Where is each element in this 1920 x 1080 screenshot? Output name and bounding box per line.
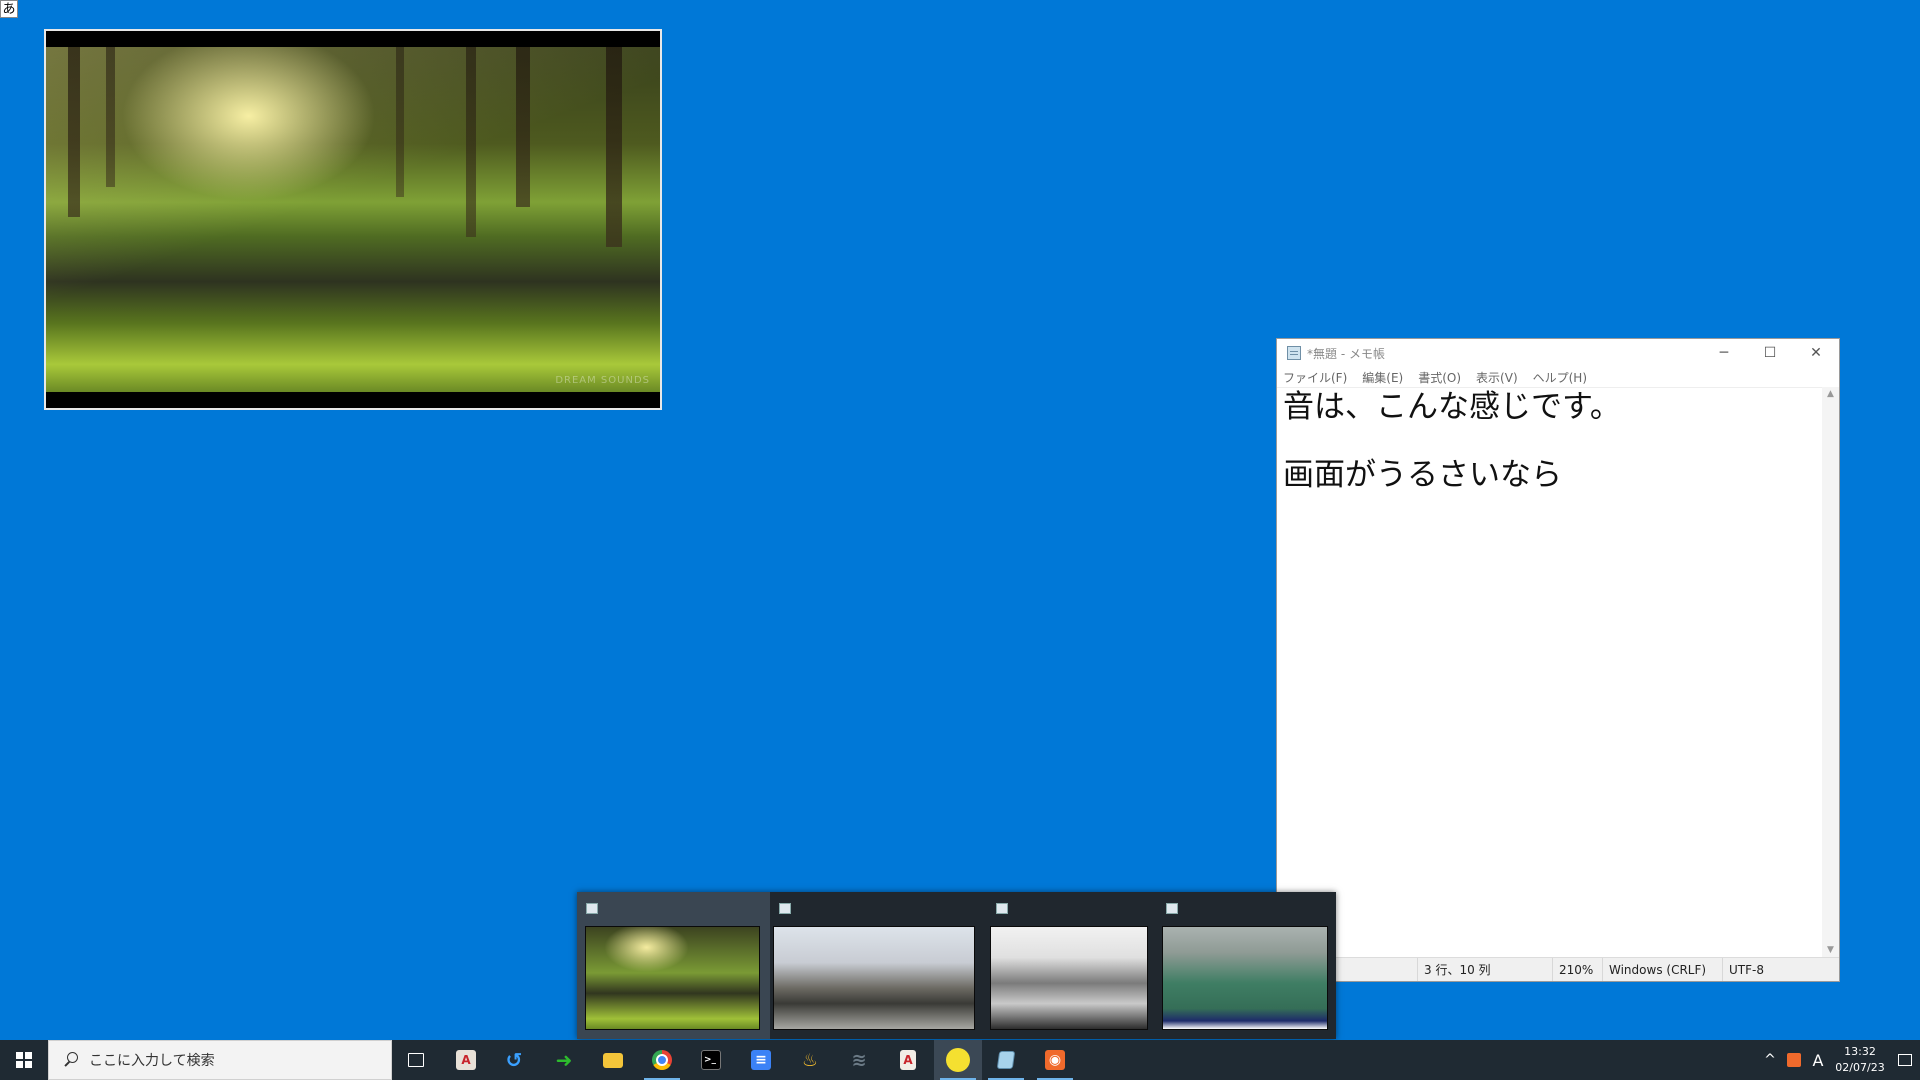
video-window[interactable]: DREAM SOUNDS (44, 29, 662, 410)
window-app-icon (1166, 903, 1178, 914)
taskbar-thumbnail-popup (577, 892, 1336, 1039)
status-line-ending: Windows (CRLF) (1602, 958, 1722, 981)
docs-icon: ≡ (751, 1050, 771, 1070)
taskbar: ここに入力して検索 A ↺ ➜ >_ ≡ ♨ ≋ A ◉ ^ A 13:32 0… (0, 1040, 1920, 1080)
vertical-scrollbar[interactable]: ▲ ▼ (1822, 387, 1839, 957)
terminal-icon: >_ (701, 1050, 721, 1070)
notepad-menubar: ファイル(F) 編集(E) 書式(O) 表示(V) ヘルプ(H) (1277, 367, 1839, 388)
ime-mode-indicator: あ (0, 0, 18, 18)
thumbnail-image (585, 926, 760, 1030)
taskbar-green-arrow-button[interactable]: ➜ (540, 1040, 588, 1080)
thumbnail-tennis-video[interactable] (1157, 892, 1336, 1039)
task-view-button[interactable] (392, 1040, 440, 1080)
thumbnail-image (1162, 926, 1328, 1030)
forest-video-frame: DREAM SOUNDS (46, 47, 660, 392)
window-app-icon (779, 903, 791, 914)
ime-mode-icon[interactable]: A (1806, 1040, 1830, 1080)
search-icon (63, 1052, 79, 1068)
tray-clock[interactable]: 13:32 02/07/23 (1830, 1044, 1890, 1076)
scroll-down-arrow-icon[interactable]: ▼ (1822, 945, 1839, 955)
taskbar-sticky-app-button[interactable] (934, 1040, 982, 1080)
pdf-icon: A (900, 1050, 916, 1070)
taskbar-chrome-button[interactable] (638, 1040, 686, 1080)
notepad-window[interactable]: *無題 - メモ帳 ─ ☐ ✕ ファイル(F) 編集(E) 書式(O) 表示(V… (1276, 338, 1840, 982)
green-arrow-icon: ➜ (555, 1048, 573, 1072)
thumbnail-forest-video[interactable] (577, 892, 770, 1039)
video-watermark: DREAM SOUNDS (555, 375, 650, 386)
clock-time: 13:32 (1844, 1045, 1876, 1058)
menu-view[interactable]: 表示(V) (1476, 369, 1518, 386)
chrome-icon (652, 1050, 672, 1070)
file-explorer-icon (603, 1052, 623, 1068)
cloud-tool-icon: ≋ (851, 1049, 867, 1071)
menu-help[interactable]: ヘルプ(H) (1533, 369, 1587, 386)
chrome-center-icon (656, 1054, 668, 1066)
tree-trunk (516, 47, 530, 207)
text-line: 音は、こんな感じです。 (1283, 389, 1621, 425)
search-placeholder: ここに入力して検索 (89, 1053, 215, 1069)
taskbar-orange-app-button[interactable]: ◉ (1031, 1040, 1079, 1080)
taskbar-docs-button[interactable]: ≡ (737, 1040, 785, 1080)
taskbar-search-box[interactable]: ここに入力して検索 (48, 1040, 392, 1080)
tree-trunk (606, 47, 622, 247)
status-zoom: 210% (1552, 958, 1602, 981)
window-controls: ─ ☐ ✕ (1701, 339, 1839, 367)
maximize-button[interactable]: ☐ (1747, 339, 1793, 367)
menu-format[interactable]: 書式(O) (1418, 369, 1461, 386)
clock-date: 02/07/23 (1835, 1061, 1885, 1074)
scroll-up-arrow-icon[interactable]: ▲ (1822, 389, 1839, 399)
window-app-icon (586, 903, 598, 914)
tray-orange-app-icon[interactable] (1782, 1040, 1806, 1080)
close-button[interactable]: ✕ (1793, 339, 1839, 367)
notepad-statusbar: 3 行、10 列 210% Windows (CRLF) UTF-8 (1277, 957, 1839, 981)
tree-trunk (466, 47, 476, 237)
orange-app-icon: ◉ (1045, 1050, 1065, 1070)
tray-app-icon (1787, 1053, 1801, 1067)
notepad-titlebar[interactable]: *無題 - メモ帳 ─ ☐ ✕ (1277, 339, 1839, 367)
notification-button[interactable] (1890, 1040, 1920, 1080)
task-view-icon (408, 1053, 424, 1067)
pot-icon: ♨ (801, 1049, 819, 1071)
tree-trunk (106, 47, 115, 187)
tree-trunk (396, 47, 404, 197)
taskbar-pot-button[interactable]: ♨ (786, 1040, 834, 1080)
tree-trunk (68, 47, 80, 217)
minimize-button[interactable]: ─ (1701, 339, 1747, 367)
text-line: 画面がうるさいなら (1283, 457, 1562, 493)
taskbar-pdf-button[interactable]: A (884, 1040, 932, 1080)
tray-overflow-chevron-icon[interactable]: ^ (1758, 1040, 1782, 1080)
thumbnail-sakura-video[interactable] (770, 892, 987, 1039)
windows-logo-icon (16, 1052, 32, 1068)
notification-icon (1898, 1054, 1912, 1066)
notepad-title: *無題 - メモ帳 (1307, 346, 1385, 361)
taskbar-refresh-button[interactable]: ↺ (490, 1040, 538, 1080)
start-button[interactable] (0, 1040, 48, 1080)
notepad-app-icon (1287, 346, 1301, 360)
taskbar-file-explorer-button[interactable] (589, 1040, 637, 1080)
thumbnail-organ-video[interactable] (987, 892, 1157, 1039)
notepad-text-area[interactable]: 音は、こんな感じです。 画面がうるさいなら (1283, 387, 1821, 957)
taskbar-cloud-tool-button[interactable]: ≋ (835, 1040, 883, 1080)
adobe-icon: A (456, 1050, 476, 1070)
refresh-arrow-icon: ↺ (505, 1048, 523, 1072)
thumbnail-image (773, 926, 975, 1030)
window-app-icon (996, 903, 1008, 914)
taskbar-notepad-button[interactable] (982, 1040, 1030, 1080)
status-encoding: UTF-8 (1722, 958, 1832, 981)
system-tray: ^ A 13:32 02/07/23 (1758, 1040, 1920, 1080)
menu-file[interactable]: ファイル(F) (1283, 369, 1347, 386)
status-cursor-position: 3 行、10 列 (1417, 958, 1552, 981)
notepad-icon (996, 1051, 1016, 1069)
taskbar-adobe-button[interactable]: A (442, 1040, 490, 1080)
menu-edit[interactable]: 編集(E) (1362, 369, 1403, 386)
thumbnail-image (990, 926, 1148, 1030)
taskbar-terminal-button[interactable]: >_ (687, 1040, 735, 1080)
sticky-app-icon (946, 1048, 970, 1072)
